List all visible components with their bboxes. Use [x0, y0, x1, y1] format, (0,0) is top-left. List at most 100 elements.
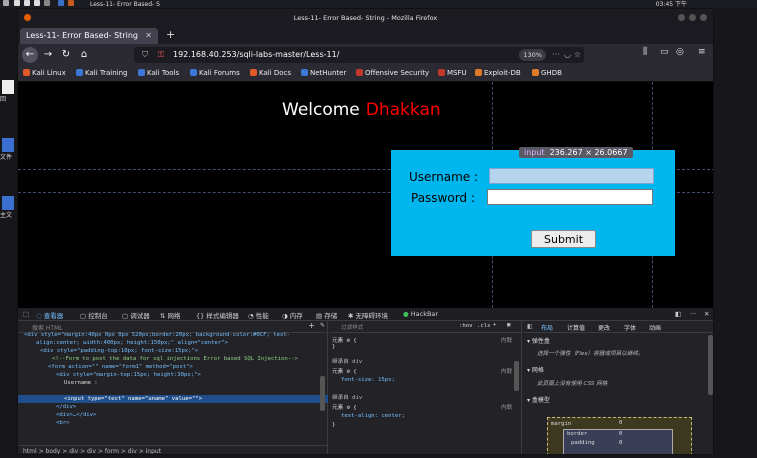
tab-animations[interactable]: 动画 — [649, 323, 661, 332]
maximize-icon[interactable] — [689, 14, 696, 21]
box-padding-top-value[interactable]: 0 — [619, 440, 622, 446]
class-toggle[interactable]: .cls — [477, 323, 490, 329]
close-devtools-icon[interactable]: ✕ — [704, 310, 709, 318]
rule-source[interactable]: 内联 — [501, 367, 512, 375]
reload-icon[interactable]: ↻ — [58, 47, 74, 63]
toggle-sidebar-icon[interactable]: ◧ — [527, 323, 533, 330]
home-icon[interactable]: ⌂ — [76, 47, 92, 63]
zoom-indicator[interactable]: 130% — [519, 49, 546, 61]
close-window-icon[interactable] — [700, 14, 707, 21]
devtools-tab-inspector[interactable]: ◌ 查看器 — [36, 310, 63, 320]
element-picker-icon[interactable]: ⬚ — [23, 310, 29, 318]
breadcrumb[interactable]: html > body > div > div > form > div > i… — [18, 445, 328, 454]
devtools-tab-debugger[interactable]: ▢ 调试器 — [122, 310, 150, 320]
add-node-icon[interactable]: + — [308, 321, 315, 330]
bookmark-kali-forums[interactable]: Kali Forums — [190, 69, 240, 77]
devtools-tab-style-editor[interactable]: {} 样式编辑器 — [196, 310, 239, 320]
desktop-icon[interactable]: 文件 — [0, 138, 17, 161]
tree-line[interactable]: <div>…</div> — [56, 411, 96, 419]
username-input[interactable] — [489, 168, 654, 184]
tree-line[interactable]: <div style="margin:40px 0px 0px 520px;bo… — [24, 331, 290, 339]
devtools-tab-accessibility[interactable]: ✱ 无障碍环境 — [348, 310, 388, 320]
submit-button[interactable]: Submit — [531, 230, 596, 248]
firefox-launcher-icon[interactable] — [68, 0, 74, 6]
tab-changes[interactable]: 更改 — [598, 323, 610, 332]
tree-line[interactable]: <div style="margin-top:15px; height:30px… — [56, 371, 201, 379]
bookmark-msfu[interactable]: MSFU — [438, 69, 467, 77]
bookmark-kali-training[interactable]: Kali Training — [76, 69, 128, 77]
rules-scrollbar[interactable] — [514, 361, 519, 391]
terminal-icon[interactable] — [58, 0, 64, 6]
pocket-icon[interactable]: ◡ — [564, 47, 571, 63]
hover-toggle[interactable]: :hov — [459, 323, 472, 329]
desktop-icon[interactable]: 主文 — [0, 196, 17, 219]
bookmark-kali-tools[interactable]: Kali Tools — [138, 69, 179, 77]
taskbar-item[interactable]: Less-11- Error Based- S — [90, 1, 160, 8]
tree-line[interactable]: <div style="padding-top:10px; font-size:… — [40, 347, 198, 355]
url-text[interactable]: 192.168.40.253/sqli-labs-master/Less-11/ — [173, 50, 339, 59]
bookmark-ghdb[interactable]: GHDB — [532, 69, 562, 77]
tree-line[interactable]: </div> — [56, 403, 76, 411]
url-bar[interactable]: ⛉ ⚿ 192.168.40.253/sqli-labs-master/Less… — [134, 47, 584, 63]
layout-scrollbar[interactable] — [708, 335, 713, 395]
rule-declaration[interactable]: text-align: center; — [341, 413, 405, 419]
workspace-4-icon[interactable] — [44, 0, 50, 6]
devtools-tab-hackbar[interactable]: ● HackBar — [403, 310, 438, 318]
dock-icon[interactable]: ◧ — [675, 310, 681, 318]
back-icon[interactable]: ← — [22, 47, 38, 63]
bookmark-offensive-security[interactable]: Offensive Security — [356, 69, 429, 77]
tab-layout[interactable]: 布局 — [541, 323, 553, 332]
password-input[interactable] — [487, 189, 653, 205]
bookmark-kali-docs[interactable]: Kali Docs — [250, 69, 291, 77]
boxmodel-section-toggle[interactable]: ▾ 盒模型 — [527, 395, 550, 404]
devtools-tab-storage[interactable]: ▤ 存储 — [316, 310, 337, 320]
close-tab-icon[interactable]: ✕ — [145, 28, 152, 44]
desktop-icon[interactable]: 回 — [0, 80, 17, 103]
tree-line[interactable]: <!--Form to post the data for sql inject… — [52, 355, 298, 363]
workspace-2-icon[interactable] — [24, 0, 30, 6]
grid-section-toggle[interactable]: ▾ 网格 — [527, 365, 544, 374]
kali-menu-icon[interactable] — [3, 0, 9, 6]
tab-strip: Less-11- Error Based- String ✕ + — [18, 27, 713, 44]
eyedropper-icon[interactable]: ✎ — [320, 322, 325, 329]
rule-source[interactable]: 内联 — [501, 336, 512, 344]
bookmark-exploit-db[interactable]: Exploit-DB — [475, 69, 521, 77]
print-media-icon[interactable]: ▣ — [507, 322, 510, 328]
tab-less11[interactable]: Less-11- Error Based- String ✕ — [20, 28, 158, 44]
bookmark-star-icon[interactable]: ☆ — [574, 47, 581, 63]
tab-fonts[interactable]: 字体 — [624, 323, 636, 332]
tree-line[interactable]: align:center; width:400px; height:150px;… — [36, 339, 228, 347]
forward-icon[interactable]: → — [40, 47, 56, 63]
tab-computed[interactable]: 计算值 — [567, 323, 585, 332]
rules-filter-input[interactable]: 过滤样式 — [341, 323, 363, 331]
shield-icon[interactable]: ⛉ — [142, 47, 148, 63]
rule-source[interactable]: 内联 — [501, 403, 512, 411]
flexbox-section-toggle[interactable]: ▾ 弹性盒 — [527, 336, 550, 345]
workspace-3-icon[interactable] — [34, 0, 40, 6]
page-actions-icon[interactable]: ··· — [552, 47, 560, 63]
insecure-lock-icon[interactable]: ⚿ — [158, 47, 164, 63]
menu-icon[interactable]: ≡ — [698, 47, 706, 57]
devtools-tab-memory[interactable]: ◑ 内存 — [282, 310, 303, 320]
library-icon[interactable]: ⫼ — [643, 47, 647, 57]
box-margin-top-value[interactable]: 0 — [619, 420, 622, 426]
devtools-tab-performance[interactable]: ◔ 性能 — [248, 310, 269, 320]
devtools-tab-network[interactable]: ⇅ 网络 — [160, 310, 181, 320]
minimize-icon[interactable] — [678, 14, 685, 21]
bookmark-kali-linux[interactable]: Kali Linux — [23, 69, 66, 77]
devtools-tab-console[interactable]: ▢ 控制台 — [80, 310, 108, 320]
rule-declaration[interactable]: font-size: 15px; — [341, 377, 395, 383]
workspace-1-icon[interactable] — [14, 0, 20, 6]
tree-line[interactable]: <br> — [56, 419, 69, 427]
tree-line[interactable]: <form action="" name="form1" method="pos… — [48, 363, 193, 371]
tree-line-selected[interactable]: <input type="text" name="uname" value=""… — [64, 395, 202, 403]
box-border-top-value[interactable]: 0 — [619, 431, 622, 437]
new-tab-icon[interactable]: + — [166, 28, 175, 41]
bookmark-nethunter[interactable]: NetHunter — [301, 69, 346, 77]
add-rule-icon[interactable]: + — [493, 322, 496, 328]
html-scrollbar[interactable] — [320, 376, 325, 411]
account-icon[interactable]: ◎ — [676, 47, 684, 57]
tree-line[interactable]: Username : — [64, 379, 98, 387]
devtools-menu-icon[interactable]: ··· — [690, 310, 696, 318]
sidebar-icon[interactable]: ▭ — [660, 47, 669, 57]
